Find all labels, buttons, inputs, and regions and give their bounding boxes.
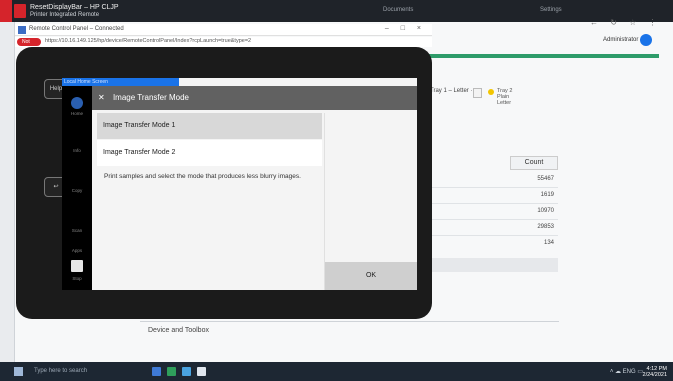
menu-documents[interactable]: Documents [383,7,413,13]
stop-icon[interactable] [71,260,83,272]
home-screen-header: Local Home Screen [62,78,179,86]
apps-icon[interactable]: Apps [68,238,86,253]
user-name[interactable]: Administrator [603,37,638,43]
taskbar-app-icon[interactable] [197,367,206,376]
os-taskbar: Type here to search ˄ ☁ ENG ▭ 4:12 PM 2/… [0,362,673,381]
taskbar-app-icon[interactable] [182,367,191,376]
option-image-transfer-mode-2[interactable]: Image Transfer Mode 2 [97,140,322,166]
toner-indicator-icon [488,89,494,95]
user-avatar-icon[interactable] [640,34,652,46]
copy-icon[interactable]: Copy [68,176,86,193]
count-column-header[interactable]: Count [510,156,558,170]
window-controls[interactable]: – □ × [385,25,426,32]
app-logo-icon [14,4,26,18]
row-divider [430,203,558,204]
row-divider [430,235,558,236]
table-cell: 1619 [540,192,554,198]
rail-label-home: Home [70,111,83,116]
taskbar-app-icon[interactable] [152,367,161,376]
table-footer-band [430,258,558,272]
paper-tray-icon [473,88,482,98]
taskbar-clock[interactable]: 4:12 PM 2/24/2021 [643,366,667,378]
top-app-bar: ResetDisplayBar – HP CLJP Printer Integr… [0,0,673,22]
row-divider [430,187,558,188]
taskbar-app-icon[interactable] [167,367,176,376]
back-icon: ↩ [53,184,59,190]
home-icon[interactable] [71,97,83,109]
dialog-description: Print samples and select the mode that p… [104,173,301,180]
address-bar[interactable]: Not secure https://10.16.149.125/hp/devi… [15,37,432,51]
table-cell: 55467 [537,176,554,182]
taskbar-search[interactable]: Type here to search [34,368,87,374]
tray-label: Tray 2 Plain Letter [497,88,513,106]
security-badge[interactable]: Not secure [17,38,41,51]
rail-label-stop: Stop [72,276,82,281]
option-image-transfer-mode-1[interactable]: Image Transfer Mode 1 [97,113,322,139]
scan-icon[interactable]: Scan [68,216,86,233]
menu-settings[interactable]: Settings [540,7,562,13]
panel-screen: Home Info Copy Scan Apps Stop Local Home… [62,78,417,290]
system-tray[interactable]: ˄ ☁ ENG ▭ [610,368,643,375]
dialog-title-bar: ✕ Image Transfer Mode [92,86,417,110]
row-divider [430,219,558,220]
dialog-title: Image Transfer Mode [112,93,189,102]
device-toolbox-link[interactable]: Device and Toolbox [148,327,209,334]
header-accent-bar [400,54,659,58]
start-icon[interactable] [14,367,23,376]
side-rail: Home Info Copy Scan Apps Stop [62,78,92,290]
table-cell: 10970 [537,208,554,214]
app-subtitle: Printer Integrated Remote [30,12,100,18]
window-icon [18,26,26,34]
browser-nav-icons[interactable]: ← ↻ ☆ ⋮ [590,18,662,27]
tray-status: Tray 1 – Letter · [430,88,473,94]
section-divider [140,321,559,322]
app-title: ResetDisplayBar – HP CLJP [30,4,119,11]
info-icon[interactable]: Info [68,136,86,153]
ok-button[interactable]: OK [325,262,417,290]
window-title: Remote Control Panel – Connected [29,26,124,32]
close-icon[interactable]: ✕ [98,93,105,102]
address-url[interactable]: https://10.16.149.125/hp/device/RemoteCo… [45,38,425,44]
table-cell: 29853 [537,224,554,230]
table-cell: 134 [543,240,554,246]
popup-window-titlebar: Remote Control Panel – Connected – □ × [15,24,432,36]
top-accent-tab [0,0,12,22]
